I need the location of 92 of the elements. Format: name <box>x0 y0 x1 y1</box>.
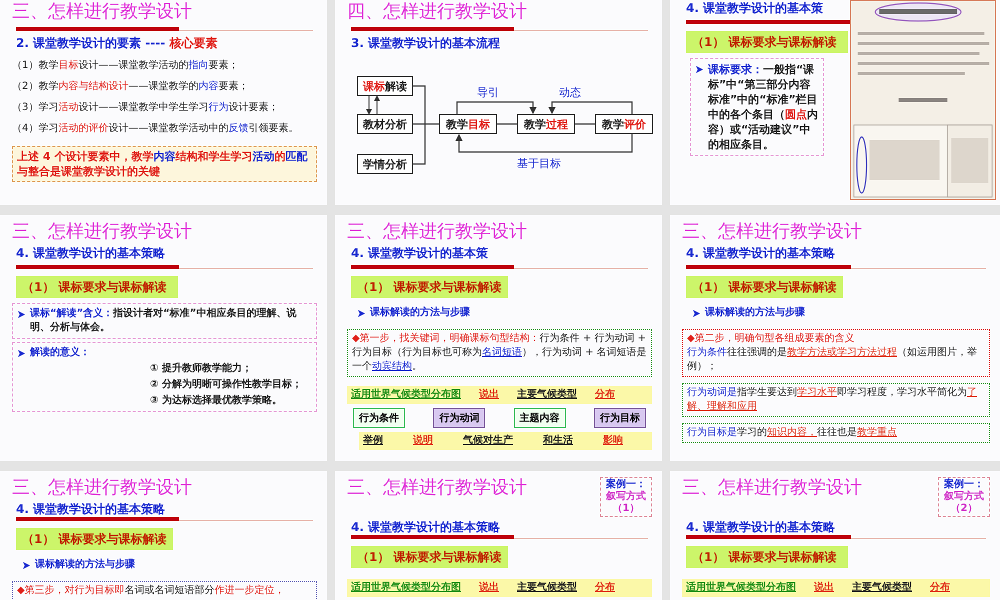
section-heading: （1） 课标要求与课标解读 <box>686 31 848 53</box>
tag-label: 主题内容 <box>514 408 566 428</box>
bullet-text: 课标“解读”含义：指设计者对“标准”中相应条目的理解、说明、分析与体会。 <box>30 307 298 335</box>
slide-subtitle: 4. 课堂教学设计的基本策略 <box>350 520 502 535</box>
slide-thumbnail[interactable]: 三、怎样进行教学设计 案例一： 叙写方式 （2） 4. 课堂教学设计的基本策略 （1） 课标要求与课标解读 适用世界气候类型分布图 说出 主要气候类型 分布 <box>670 471 1000 600</box>
bullet-text: 课标解读的方法与步骤 <box>705 306 805 320</box>
flow-label: 基于目标 <box>517 156 561 171</box>
phrase-text: 主要气候类型 <box>517 388 577 402</box>
body-text: （4）学习活动的评价设计——课堂教学活动中的反馈引领要素。 <box>12 122 300 135</box>
slide-title: 三、怎样进行教学设计 <box>682 477 862 499</box>
bullet-text: 课标要求：一般指“课标”中“第三部分内容标准”中的“标准”栏目中的各个条目（圆点内容）或“活动建议”中的相应条目。 <box>708 62 819 152</box>
phrase-text: 说明 <box>413 434 433 448</box>
phrase-text: 适用世界气候类型分布图 <box>686 581 796 595</box>
body-text: ◆第一步，找关键词，明确课标句型结构：行为条件 + 行为动词 + 行为目标（行为目标也可称为名词短语），行为动词 + 名词短语是一个动宾结构。 <box>352 332 647 374</box>
list-item-text: ② 分解为明晰可操作性教学目标； <box>149 378 302 392</box>
slide-title: 三、怎样进行教学设计 <box>12 477 193 499</box>
slide-title: 三、怎样进行教学设计 <box>682 221 863 243</box>
slide-thumbnail[interactable]: 三、怎样进行教学设计 4. 课堂教学设计的基本策略 （1） 课标要求与课标解读 课标解读的方法与步骤 ◆第二步，明确句型各组成要素的含义 行为条件往往强调的是教学方法或学习方法过程（如运用图片，举例）； 行为动词是指学生要达到学习水平即学习程度，学习水平简化为了解、理解和应用 行为目标是学习的知识内容，往往也是教学重点 <box>670 215 1000 461</box>
slide-subtitle: 4. 课堂教学设计的基本策 <box>350 246 490 261</box>
flow-node: 课标解读 <box>357 76 413 96</box>
section-heading: （1） 课标要求与课标解读 <box>351 276 508 298</box>
case-label: 案例一： 叙写方式 （1） <box>600 477 652 517</box>
bullet-arrow-icon <box>22 561 31 570</box>
phrase-text: 气候对生产 <box>463 434 513 448</box>
body-text: ◆第二步，明确句型各组成要素的含义 <box>687 332 856 346</box>
flow-node: 教学目标 <box>439 114 497 134</box>
list-item-text: ③ 为达标选择最优教学策略。 <box>149 394 283 408</box>
body-text: ◆第三步，对行为目标即名词或名词短语部分作进一步定位， <box>17 584 286 598</box>
flow-node: 教学过程 <box>517 114 575 134</box>
slide-thumbnail[interactable]: 三、怎样进行教学设计 4. 课堂教学设计的基本策 （1） 课标要求与课标解读 课标解读的方法与步骤 ◆第一步，找关键词，明确课标句型结构：行为条件 + 行为动词 + 行为目标（行为目标也可称为名词短语），行为动词 + 名词短语是一个动宾结构。 适用世界气候类型分布图 说出 主要气候类型 分布 行为条件 行为动词 主题内容 行为目标 举例 说明 气候对生产 和生活 影响 <box>335 215 662 461</box>
phrase-text: 适用世界气候类型分布图 <box>351 581 461 595</box>
body-text: （2）教学内容与结构设计——课堂教学的内容要素； <box>12 80 250 93</box>
phrase-text: 影响 <box>603 434 623 448</box>
slide-subtitle: 2. 课堂教学设计的要素 ---- 核心要素 <box>15 36 218 51</box>
bullet-arrow-icon <box>357 309 366 318</box>
section-heading: （1） 课标要求与课标解读 <box>16 528 173 550</box>
bullet-arrow-icon <box>17 310 26 319</box>
phrase-text: 主要气候类型 <box>517 581 577 595</box>
section-heading: （1） 课标要求与课标解读 <box>351 546 508 568</box>
slide-subtitle: 4. 课堂教学设计的基本策 <box>685 1 824 16</box>
list-item-text: ① 提升教师教学能力； <box>149 362 253 376</box>
summary-note: 上述 4 个设计要素中，教学内容结构和学生学习活动的匹配 与整合是课堂教学设计的关键 <box>12 146 317 182</box>
phrase-text: 举例 <box>363 434 383 448</box>
flow-label: 导引 <box>477 85 499 100</box>
body-text: （3）学习活动设计——课堂教学中学生学习行为设计要素； <box>12 101 280 114</box>
phrase-text: 分布 <box>930 581 950 595</box>
body-text: 行为条件往往强调的是教学方法或学习方法过程（如运用图片，举例）； <box>687 346 978 374</box>
slide-subtitle: 3. 课堂教学设计的基本流程 <box>350 36 502 51</box>
phrase-text: 分布 <box>595 581 615 595</box>
slide-thumbnail[interactable]: 三、怎样进行教学设计 4. 课堂教学设计的基本策略 （1） 课标要求与课标解读 课标“解读”含义：指设计者对“标准”中相应条目的理解、说明、分析与体会。 解读的意义： ① 提升教师教学能力； ② 分解为明晰可操作性教学目标； ③ 为达标选择最优教学策略。 <box>0 215 327 461</box>
bullet-text: 解读的意义： <box>30 346 91 360</box>
slide-thumbnail[interactable]: 三、怎样进行教学设计 4. 课堂教学设计的基本策略 （1） 课标要求与课标解读 课标解读的方法与步骤 ◆第三步，对行为目标即名词或名词短语部分作进一步定位， <box>0 471 327 600</box>
section-heading: （1） 课标要求与课标解读 <box>16 276 178 298</box>
body-text: （1）教学目标设计——课堂教学活动的指向要素； <box>12 59 240 72</box>
flow-node: 教材分析 <box>357 114 413 134</box>
slide-subtitle: 4. 课堂教学设计的基本策略 <box>685 246 836 261</box>
phrase-text: 主要气候类型 <box>852 581 912 595</box>
bullet-arrow-icon <box>695 65 704 74</box>
bullet-text: 课标解读的方法与步骤 <box>370 306 470 320</box>
slide-title: 三、怎样进行教学设计 <box>12 221 193 243</box>
slide-thumbnail[interactable]: 三、怎样进行教学设计 2. 课堂教学设计的要素 ---- 核心要素 （1）教学目标设计——课堂教学活动的指向要素； （2）教学内容与结构设计——课堂教学的内容要素； （3）学习活动设计——课堂教学中学生学习行为设计要素； （4）学习活动的评价设计——课堂教学活动中的反馈引领要素。 上述 4 个设计要素中，教学内容结构和学生学习活动的匹配 与整合是课堂教学设计的关键 <box>0 0 327 205</box>
bullet-arrow-icon <box>17 349 26 358</box>
bullet-arrow-icon <box>692 309 701 318</box>
phrase-text: 和生活 <box>543 434 573 448</box>
phrase-text: 说出 <box>479 581 499 595</box>
flow-label: 动态 <box>559 85 581 100</box>
tag-label: 行为目标 <box>594 408 646 428</box>
flow-node: 学情分析 <box>357 154 413 174</box>
connector-line <box>366 95 380 115</box>
phrase-text: 适用世界气候类型分布图 <box>351 388 461 402</box>
slide-title: 三、怎样进行教学设计 <box>347 221 528 243</box>
section-heading: （1） 课标要求与课标解读 <box>686 546 848 568</box>
slide-thumbnail[interactable]: 四、怎样进行教学设计 3. 课堂教学设计的基本流程 课标解读 教材分析 学情分析 教学目标 教学过程 教学评价 导引 动态 基于目标 <box>335 0 662 205</box>
slide-title: 三、怎样进行教学设计 <box>347 477 527 499</box>
slide-title: 四、怎样进行教学设计 <box>347 1 528 23</box>
slide-thumbnail[interactable]: 4. 课堂教学设计的基本策 （1） 课标要求与课标解读 课标要求：一般指“课标”中“第三部分内容标准”中的“标准”栏目中的各个条目（圆点内容）或“活动建议”中的相应条目。 <box>670 0 1000 205</box>
slide-thumbnail[interactable]: 三、怎样进行教学设计 案例一： 叙写方式 （1） 4. 课堂教学设计的基本策略 （1） 课标要求与课标解读 适用世界气候类型分布图 说出 主要气候类型 分布 <box>335 471 662 600</box>
phrase-text: 说出 <box>479 388 499 402</box>
phrase-text: 说出 <box>814 581 834 595</box>
flow-node: 教学评价 <box>595 114 653 134</box>
body-text: 行为目标是学习的知识内容，往往也是教学重点 <box>687 426 898 440</box>
slide-subtitle: 4. 课堂教学设计的基本策略 <box>15 246 166 261</box>
case-label: 案例一： 叙写方式 （2） <box>938 477 990 517</box>
phrase-text: 分布 <box>595 388 615 402</box>
tag-label: 行为条件 <box>353 408 405 428</box>
body-text: 行为动词是指学生要达到学习水平即学习程度，学习水平简化为了解、理解和应用 <box>687 386 978 414</box>
slide-subtitle: 4. 课堂教学设计的基本策略 <box>685 520 836 535</box>
slide-title: 三、怎样进行教学设计 <box>12 1 193 23</box>
tag-label: 行为动词 <box>433 408 486 428</box>
slide-subtitle: 4. 课堂教学设计的基本策略 <box>15 502 166 517</box>
section-heading: （1） 课标要求与课标解读 <box>686 276 843 298</box>
bullet-text: 课标解读的方法与步骤 <box>35 558 135 572</box>
